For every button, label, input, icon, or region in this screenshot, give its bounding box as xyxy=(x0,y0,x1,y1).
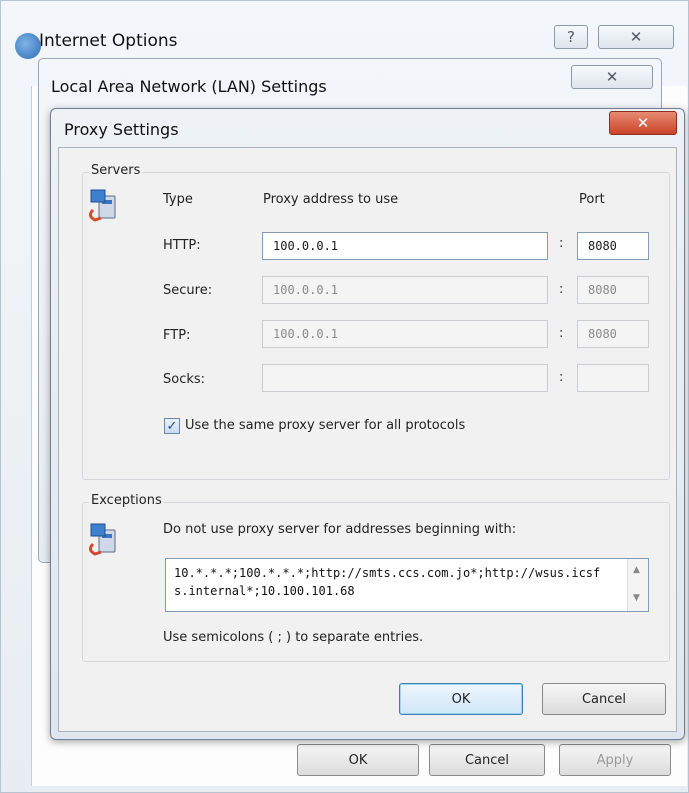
proxy-ok-button[interactable]: OK xyxy=(399,683,523,715)
internet-options-cancel-button[interactable]: Cancel xyxy=(429,744,545,776)
exceptions-text: 10.*.*.*;100.*.*.*;http://smts.ccs.com.j… xyxy=(174,566,601,598)
secure-port-field[interactable]: 8080 xyxy=(577,276,649,304)
internet-options-apply-button[interactable]: Apply xyxy=(559,744,671,776)
socks-label: Socks: xyxy=(163,372,206,387)
help-button[interactable]: ? xyxy=(554,25,588,49)
exceptions-group-label: Exceptions xyxy=(89,493,164,508)
http-colon: : xyxy=(559,236,564,251)
apply-label: Apply xyxy=(596,752,634,768)
ok-label: OK xyxy=(451,691,471,707)
internet-options-icon xyxy=(15,33,41,59)
http-address-field[interactable]: 100.0.0.1 xyxy=(262,232,548,260)
port-column-header: Port xyxy=(579,192,605,207)
help-icon: ? xyxy=(567,28,575,46)
socks-port-field[interactable] xyxy=(577,364,649,392)
exceptions-textarea[interactable]: 10.*.*.*;100.*.*.*;http://smts.ccs.com.j… xyxy=(165,558,649,612)
scroll-up-icon[interactable]: ▲ xyxy=(633,565,640,575)
internet-options-close-button[interactable]: ✕ xyxy=(598,25,674,49)
same-proxy-checkbox[interactable]: ✓ xyxy=(164,418,180,434)
socks-address-field[interactable] xyxy=(262,364,548,392)
ftp-label: FTP: xyxy=(163,328,191,343)
network-icon xyxy=(88,189,116,222)
network-icon xyxy=(88,523,116,556)
proxy-cancel-button[interactable]: Cancel xyxy=(542,683,666,715)
scroll-down-icon[interactable]: ▼ xyxy=(633,593,640,603)
secure-address-field[interactable]: 100.0.0.1 xyxy=(262,276,548,304)
textarea-scrollbar[interactable]: ▲ ▼ xyxy=(627,559,648,611)
secure-colon: : xyxy=(559,282,564,297)
proxy-settings-close-button[interactable]: ✕ xyxy=(609,111,677,135)
proxy-settings-window: Proxy Settings ✕ Servers Type Proxy addr… xyxy=(50,108,685,740)
ftp-colon: : xyxy=(559,326,564,341)
close-icon: ✕ xyxy=(636,114,650,132)
lan-settings-close-button[interactable]: ✕ xyxy=(571,65,653,89)
socks-colon: : xyxy=(559,370,564,385)
http-port-field[interactable]: 8080 xyxy=(577,232,649,260)
internet-options-title: Internet Options xyxy=(39,31,178,51)
close-icon: ✕ xyxy=(605,68,619,86)
address-column-header: Proxy address to use xyxy=(263,192,399,207)
ftp-port-field[interactable]: 8080 xyxy=(577,320,649,348)
close-icon: ✕ xyxy=(629,28,643,46)
ok-label: OK xyxy=(348,752,368,768)
secure-label: Secure: xyxy=(163,283,213,298)
proxy-settings-client: Servers Type Proxy address to use Port H… xyxy=(58,147,677,732)
type-column-header: Type xyxy=(163,192,193,207)
http-label: HTTP: xyxy=(163,238,201,253)
cancel-label: Cancel xyxy=(581,691,627,707)
lan-settings-title: Local Area Network (LAN) Settings xyxy=(51,77,327,96)
cancel-label: Cancel xyxy=(464,752,510,768)
exceptions-hint: Use semicolons ( ; ) to separate entries… xyxy=(163,630,424,645)
same-proxy-label[interactable]: Use the same proxy server for all protoc… xyxy=(185,418,465,433)
internet-options-ok-button[interactable]: OK xyxy=(297,744,419,776)
servers-group-label: Servers xyxy=(89,163,143,178)
exceptions-description: Do not use proxy server for addresses be… xyxy=(163,522,517,537)
proxy-settings-title: Proxy Settings xyxy=(64,120,179,139)
checkmark-icon: ✓ xyxy=(166,418,178,434)
ftp-address-field[interactable]: 100.0.0.1 xyxy=(262,320,548,348)
